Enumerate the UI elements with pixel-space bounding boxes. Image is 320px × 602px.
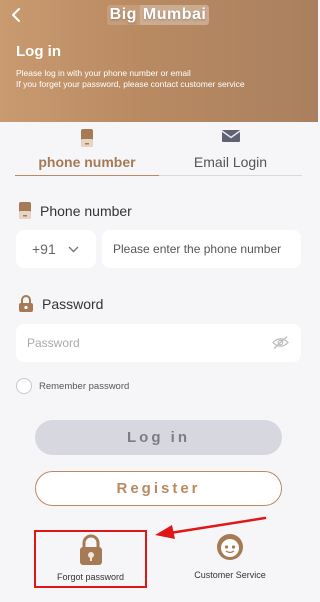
forgot-password-button[interactable]: Forgot password xyxy=(34,530,147,588)
remember-password[interactable]: Remember password xyxy=(16,378,129,394)
page-title: Log in xyxy=(16,43,61,60)
forgot-password-label: Forgot password xyxy=(56,572,125,582)
subtitle-line-2: If you forget your password, please cont… xyxy=(16,79,245,89)
country-code-select[interactable]: +91 xyxy=(16,230,96,268)
tab-email-label: Email Login xyxy=(193,154,268,170)
back-arrow-icon[interactable] xyxy=(8,6,26,24)
phone-icon xyxy=(19,202,31,219)
tab-email-login[interactable]: Email Login xyxy=(159,122,302,176)
phone-number-label: Phone number xyxy=(18,201,132,220)
country-code-value: +91 xyxy=(32,241,56,257)
mail-icon xyxy=(221,130,240,142)
tab-phone-label: phone number xyxy=(38,154,136,170)
login-method-tabs: phone number Email Login xyxy=(0,122,318,176)
remember-radio[interactable] xyxy=(16,378,32,394)
arrow-annotation-icon xyxy=(155,516,267,539)
customer-service-label: Customer Service xyxy=(194,570,266,580)
password-label: Password xyxy=(18,295,103,313)
page-subtitle: Please log in with your phone number or … xyxy=(16,68,245,90)
lock-icon xyxy=(79,534,102,565)
tab-phone-number[interactable]: phone number xyxy=(15,122,159,176)
phone-number-input[interactable] xyxy=(102,230,301,268)
password-input[interactable] xyxy=(16,324,266,362)
login-button[interactable]: Log in xyxy=(35,420,282,455)
chevron-down-icon xyxy=(68,246,79,252)
password-field xyxy=(16,324,301,362)
eye-off-icon[interactable] xyxy=(272,335,289,350)
subtitle-line-1: Please log in with your phone number or … xyxy=(16,68,191,78)
header-banner: Big Mumbai Log in Please log in with your… xyxy=(0,0,318,122)
register-button[interactable]: Register xyxy=(35,471,282,506)
remember-label: Remember password xyxy=(39,380,130,392)
phone-icon xyxy=(81,129,93,147)
lock-icon xyxy=(19,295,33,312)
app-logo: Big Mumbai xyxy=(106,3,210,27)
